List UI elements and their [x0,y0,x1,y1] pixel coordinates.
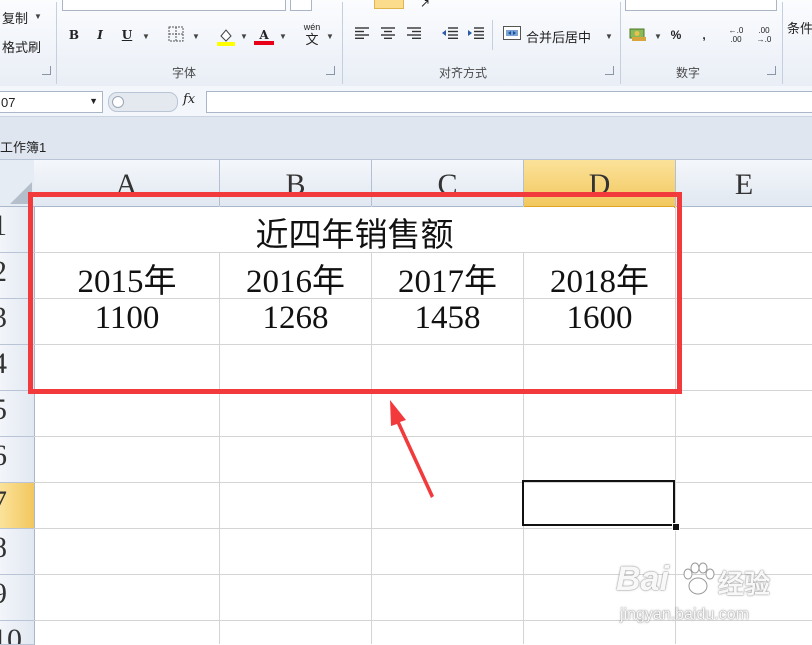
watermark-brand-cn: 经验 [718,569,771,599]
currency-dropdown-icon[interactable]: ▼ [654,32,662,41]
formula-input[interactable] [206,91,812,113]
name-box-value: 07 [1,95,16,110]
group-divider [782,2,783,84]
decrease-decimal-button[interactable]: .00 →.0 [754,26,774,44]
row-number: 3 [0,301,7,335]
row-header-9[interactable]: 9 [0,575,35,621]
paw-icon [683,562,715,595]
font-launcher-icon[interactable] [326,66,335,75]
fill-handle[interactable] [672,523,680,531]
row-number: 10 [0,623,22,645]
bold-button[interactable]: B [64,26,84,44]
font-group-label: 字体 [172,66,197,80]
font-color-icon[interactable]: A [254,26,274,45]
group-divider [56,2,57,84]
row-header-5[interactable]: 5 [0,391,35,437]
increase-indent-icon[interactable] [466,26,486,44]
increase-decimal-button[interactable]: ←.0 .00 [726,26,746,44]
underline-dropdown-icon[interactable]: ▼ [142,32,150,41]
watermark-url: jingyan.baidu.com [620,606,749,623]
alignment-launcher-icon[interactable] [605,66,614,75]
arrow-annotation-icon [390,400,434,498]
phonetic-pinyin: wén [303,22,321,32]
percent-button[interactable]: % [666,26,686,44]
chevron-down-icon[interactable]: ▼ [89,96,98,106]
selected-cell-d7[interactable] [522,480,675,526]
copy-button[interactable]: 复制 [2,8,28,27]
comma-button[interactable]: , [694,26,714,44]
insert-function-button[interactable]: fx [183,92,195,107]
group-divider [342,2,343,84]
font-size-box[interactable] [290,0,312,11]
formula-bar-splitter[interactable] [108,92,178,112]
row-header-8[interactable]: 8 [0,529,35,575]
font-color-dropdown-icon[interactable]: ▼ [279,32,287,41]
number-group-label: 数字 [676,66,701,80]
align-left-icon[interactable] [352,26,372,44]
copy-dropdown-icon[interactable]: ▼ [34,12,42,21]
row-number: 5 [0,393,7,427]
alignment-group-label: 对齐方式 [439,66,488,80]
ribbon: 复制 ▼ 格式刷 B I U ▼ ▼ ▼ A ▼ wén 文 ▼ 字体 ↗ 合并后… [0,0,812,87]
merge-center-icon[interactable] [502,26,522,44]
workbook-title: 工作簿1 [0,140,47,155]
row-number: 7 [0,485,7,519]
underline-button[interactable]: U [117,26,137,44]
font-name-box[interactable] [62,0,286,11]
workbook-title-bar: 工作簿1 [0,117,812,160]
fill-color-dropdown-icon[interactable]: ▼ [240,32,248,41]
wrap-text-button[interactable] [496,0,590,6]
border-dropdown-icon[interactable]: ▼ [192,32,200,41]
row-number: 2 [0,255,7,289]
row-number: 6 [0,439,7,473]
format-painter-button[interactable]: 格式刷 [2,37,41,56]
column-header-e[interactable]: E [676,160,812,207]
italic-button[interactable]: I [90,26,110,44]
row-number: 8 [0,531,7,565]
fill-color-icon[interactable] [216,26,236,46]
watermark-brand: Bai [616,560,669,598]
row-number: 4 [0,347,7,381]
group-divider [620,2,621,84]
top-align-button[interactable] [374,0,404,9]
currency-icon[interactable] [628,26,648,44]
row-header-7[interactable]: 7 [0,483,35,529]
decrease-indent-icon[interactable] [440,26,460,44]
row-number: 1 [0,209,7,243]
merge-center-button[interactable]: 合并后居中 [526,27,591,46]
baidu-watermark: Bai 经验 jingyan.baidu.com [600,540,810,644]
border-icon[interactable] [166,26,186,44]
gridline [34,528,812,529]
inner-divider [492,20,493,50]
number-launcher-icon[interactable] [767,66,776,75]
clipboard-launcher-icon[interactable] [42,66,51,75]
align-center-icon[interactable] [378,26,398,44]
highlight-annotation-box [28,192,682,394]
phonetic-dropdown-icon[interactable]: ▼ [326,32,334,41]
conditional-format-button[interactable]: 条件 [787,18,812,37]
number-format-box[interactable] [625,0,777,11]
orientation-icon[interactable]: ↗ [420,0,430,10]
row-header-6[interactable]: 6 [0,437,35,483]
row-number: 9 [0,577,7,611]
phonetic-char: 文 [305,32,319,47]
phonetic-icon[interactable]: wén 文 [302,22,322,48]
align-right-icon[interactable] [404,26,424,44]
row-header-10[interactable]: 10 [0,621,35,645]
name-box[interactable]: 07 ▼ [0,91,103,113]
merge-dropdown-icon[interactable]: ▼ [605,32,613,41]
formula-bar: 07 ▼ fx [0,86,812,117]
splitter-knob-icon[interactable] [112,96,124,108]
